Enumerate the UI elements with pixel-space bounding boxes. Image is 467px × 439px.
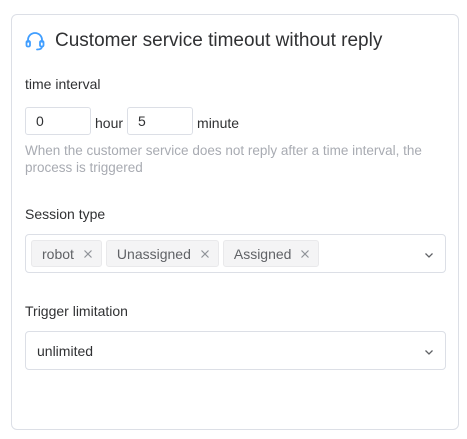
timeout-config-panel: Customer service timeout without reply t… [11,14,459,430]
session-type-select[interactable]: robot Unassigned Assigned [25,234,446,273]
hours-unit-label: hour [95,114,124,131]
tag-robot: robot [31,240,102,267]
chevron-down-icon[interactable] [423,345,435,357]
close-icon[interactable] [199,248,211,260]
trigger-limitation-label: Trigger limitation [25,303,128,319]
panel-header: Customer service timeout without reply [24,30,382,52]
tag-unassigned: Unassigned [105,240,219,267]
time-interval-row: hour minute [25,107,243,135]
time-interval-label: time interval [25,76,101,92]
trigger-limitation-select[interactable]: unlimited [25,331,446,370]
chevron-down-icon[interactable] [423,248,435,260]
session-type-label: Session type [25,206,106,222]
minutes-unit-label: minute [197,114,240,131]
tag-label: Unassigned [116,245,191,262]
panel-title: Customer service timeout without reply [55,30,383,51]
session-type-tags: robot Unassigned Assigned [31,240,323,267]
hours-input[interactable] [25,107,91,135]
time-interval-hint: When the customer service does not reply… [25,143,422,175]
close-icon[interactable] [299,248,311,260]
trigger-limitation-value: unlimited [37,343,94,359]
close-icon[interactable] [82,248,94,260]
tag-assigned: Assigned [222,240,320,267]
headset-icon [24,30,46,52]
tag-label: Assigned [233,245,292,262]
tag-label: robot [42,245,74,262]
minutes-input[interactable] [127,107,194,135]
